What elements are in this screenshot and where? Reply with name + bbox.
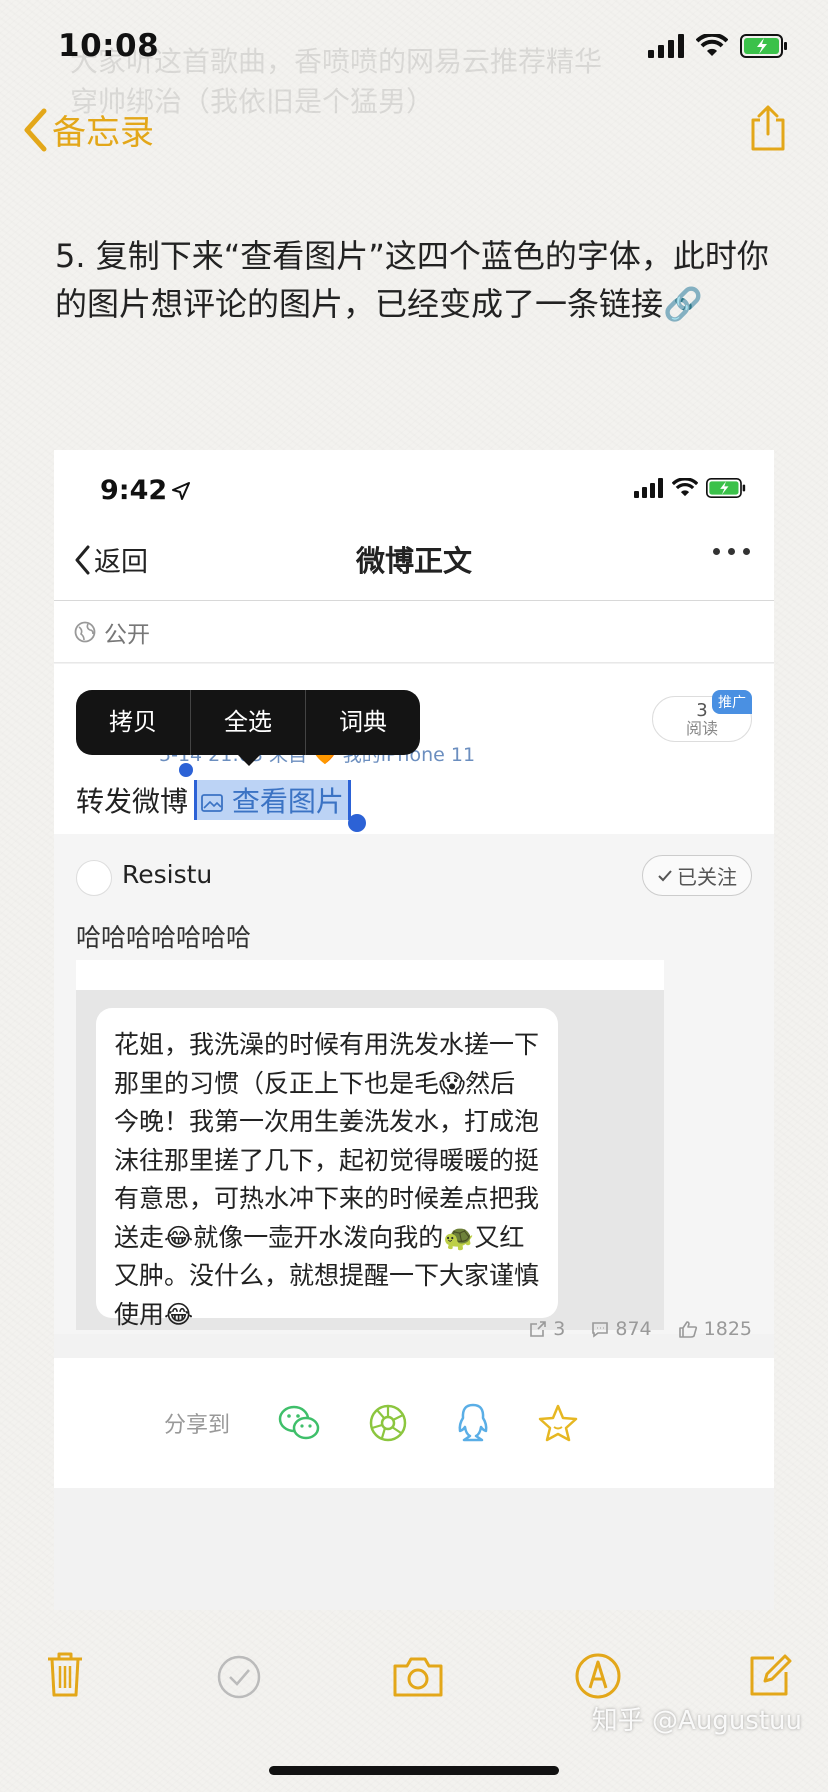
repost-icon: [530, 1321, 547, 1337]
reposter-name[interactable]: Resistu: [122, 860, 212, 889]
comment-icon: [592, 1322, 609, 1338]
watermark: 知乎 @Augustuu: [591, 1706, 802, 1736]
embedded-screenshot[interactable]: 9:42 返回 微博正文 公开 5-14 21:03 来自 🧡 我的iPhone…: [54, 450, 774, 1610]
chat-bubble-text: 花姐，我洗澡的时候有用洗发水搓一下那里的习惯（反正上下也是毛😱然后今晚！我第一次…: [96, 1008, 558, 1329]
like-count: 1825: [703, 1318, 752, 1340]
follow-label: 已关注: [677, 865, 737, 889]
checkmark-icon: [658, 869, 672, 881]
selection-handle-start[interactable]: [179, 763, 193, 777]
cellular-signal-icon: [648, 34, 684, 58]
visibility-row: 公开: [54, 601, 774, 663]
favorite-star-icon[interactable]: [538, 1403, 578, 1443]
compose-icon[interactable]: [748, 1652, 792, 1698]
retweet-text[interactable]: 转发微博 查看图片: [76, 780, 351, 820]
share-icon: [751, 105, 785, 151]
share-label: 分享到: [164, 1413, 231, 1438]
read-label: 阅读: [685, 719, 718, 738]
markup-pen-icon[interactable]: [574, 1652, 622, 1700]
reposter-text: 哈哈哈哈哈哈哈: [76, 923, 252, 952]
menu-item-dictionary[interactable]: 词典: [306, 690, 420, 755]
battery-charging-icon: [740, 34, 787, 58]
post-stats: 3 874 1825: [529, 1318, 752, 1340]
wechat-icon[interactable]: [278, 1404, 320, 1442]
like-stat[interactable]: 1825: [678, 1318, 752, 1340]
embedded-status-icons: [634, 478, 746, 498]
selected-link[interactable]: 查看图片: [194, 780, 351, 820]
embedded-status-time: 9:42: [100, 475, 168, 506]
trash-icon[interactable]: [45, 1650, 85, 1698]
image-icon: [201, 794, 223, 812]
note-body-text[interactable]: 5. 复制下来“查看图片”这四个蓝色的字体，此时你的图片想评论的图片，已经变成了…: [55, 232, 775, 328]
more-icon[interactable]: [713, 548, 750, 555]
post-image-top-strip: [76, 960, 664, 990]
embedded-title: 微博正文: [355, 544, 472, 578]
context-menu: 拷贝 全选 词典: [76, 690, 420, 755]
follow-button[interactable]: 已关注: [642, 855, 752, 896]
back-label: 备忘录: [52, 113, 154, 153]
status-time: 10:08: [58, 28, 160, 64]
context-menu-pointer: [237, 754, 261, 766]
selection-handle-end[interactable]: [348, 814, 366, 832]
checklist-icon[interactable]: [216, 1654, 262, 1700]
promo-tag: 推广: [712, 690, 752, 714]
location-arrow-icon: [172, 482, 190, 500]
moments-icon[interactable]: [368, 1403, 408, 1443]
reposter-avatar[interactable]: [76, 860, 112, 896]
wifi-icon: [696, 34, 728, 56]
menu-item-copy[interactable]: 拷贝: [76, 690, 191, 755]
battery-charging-icon: [706, 478, 746, 498]
qq-icon[interactable]: [456, 1402, 490, 1444]
chevron-left-icon: [24, 108, 47, 151]
selected-link-label: 查看图片: [231, 785, 344, 818]
cellular-signal-icon: [634, 478, 663, 498]
back-button[interactable]: 备忘录: [22, 105, 154, 154]
menu-item-select-all[interactable]: 全选: [191, 690, 306, 755]
globe-icon: [74, 621, 96, 642]
status-icons: [648, 34, 788, 58]
camera-icon[interactable]: [392, 1656, 444, 1698]
wifi-icon: [672, 478, 698, 497]
repost-count: 3: [553, 1318, 566, 1340]
comment-stat[interactable]: 874: [591, 1318, 652, 1340]
comment-count: 874: [615, 1318, 652, 1340]
repost-stat[interactable]: 3: [529, 1318, 565, 1340]
share-row: 分享到: [54, 1358, 774, 1488]
home-indicator[interactable]: [269, 1766, 559, 1775]
share-button[interactable]: [748, 104, 788, 156]
thumbs-up-icon: [678, 1321, 697, 1338]
retweet-prefix: 转发微博: [76, 785, 189, 818]
visibility-label: 公开: [104, 621, 150, 648]
